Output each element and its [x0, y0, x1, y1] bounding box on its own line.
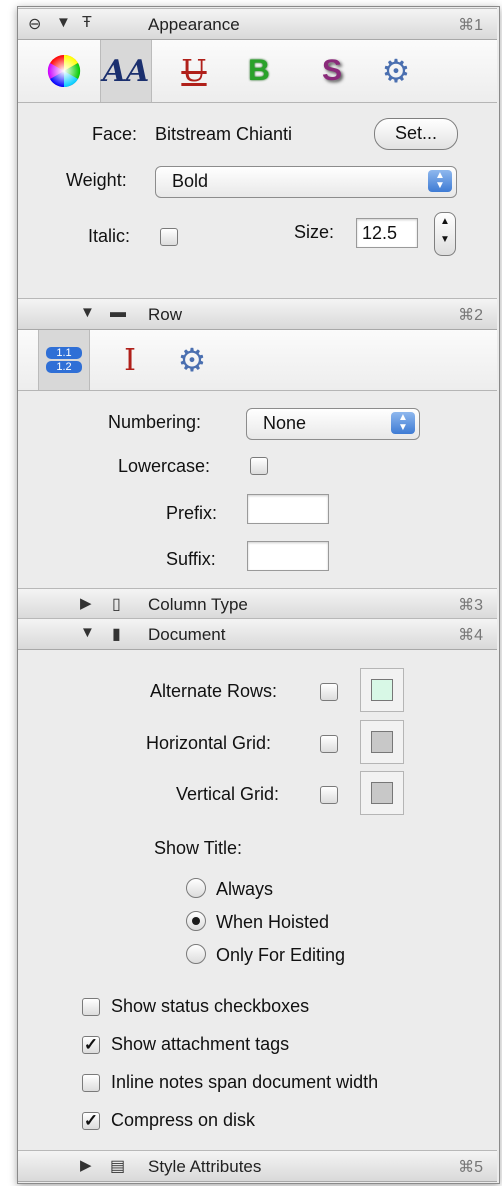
show-title-label: Show Title:	[154, 838, 243, 858]
numbering-value: None	[263, 413, 307, 433]
style-attributes-shortcut: ⌘5	[458, 1159, 483, 1176]
inline-notes-label: Inline notes span document width	[111, 1072, 379, 1092]
inspector-window: ⊖ ▼ Ŧ Appearance ⌘1 AA U B S ⚙ Face: Bit…	[0, 0, 502, 1186]
italic-checkbox[interactable]	[160, 228, 178, 246]
horizontal-grid-color-well[interactable]	[360, 720, 404, 764]
document-title: Document	[148, 625, 226, 644]
size-label: Size:	[294, 222, 335, 242]
document-icon: ▮	[112, 626, 121, 643]
underline-strike-button[interactable]: U	[168, 40, 220, 102]
numbering-popup[interactable]: None ▲ ▼	[246, 408, 420, 440]
size-value: 12.5	[362, 223, 398, 243]
vertical-grid-checkbox[interactable]	[320, 786, 338, 804]
column-type-shortcut: ⌘3	[458, 597, 483, 614]
prefix-label: Prefix:	[166, 503, 218, 523]
appearance-title: Appearance	[148, 15, 240, 34]
horizontal-grid-label: Horizontal Grid:	[146, 733, 272, 753]
radio-always-label: Always	[216, 879, 274, 899]
show-attachment-tags-checkbox[interactable]: ✓	[82, 1036, 100, 1054]
disclosure-closed-icon[interactable]: ▶	[80, 594, 92, 612]
document-shortcut: ⌘4	[458, 627, 483, 644]
radio-when-hoisted[interactable]	[186, 911, 206, 931]
popup-arrows-icon: ▲ ▼	[428, 170, 452, 192]
document-header[interactable]: ▼ ▮ Document ⌘4	[18, 618, 497, 650]
suffix-field[interactable]	[247, 541, 329, 571]
lowercase-label: Lowercase:	[118, 456, 211, 476]
style-attributes-icon: ▤	[110, 1158, 126, 1175]
window-close-icon[interactable]: ⊖	[28, 14, 41, 34]
alternate-rows-color-well[interactable]	[360, 668, 404, 712]
italic-label: Italic:	[88, 226, 131, 246]
show-status-checkboxes-checkbox[interactable]	[82, 998, 100, 1016]
popup-arrows-icon: ▲ ▼	[391, 412, 415, 434]
radio-only-for-editing-label: Only For Editing	[216, 945, 346, 965]
font-icon: AA	[102, 53, 150, 89]
radio-only-for-editing[interactable]	[186, 944, 206, 964]
row-title: Row	[148, 305, 183, 324]
numbering-icon-label-2: 1.2	[46, 361, 82, 373]
row-shortcut: ⌘2	[458, 307, 483, 324]
numbering-button[interactable]: 1.1 1.2	[38, 330, 90, 390]
alternate-rows-swatch	[371, 679, 393, 701]
underline-strike-icon: U	[181, 53, 207, 89]
style-attributes-header[interactable]: ▶ ▤ Style Attributes ⌘5	[18, 1150, 497, 1182]
horizontal-grid-swatch	[371, 731, 393, 753]
text-style-icon: Ŧ	[82, 14, 92, 31]
weight-popup[interactable]: Bold ▲ ▼	[155, 166, 457, 198]
row-spacing-button[interactable]: I	[104, 330, 156, 390]
size-stepper[interactable]: ▲ ▼	[434, 212, 456, 256]
inline-notes-checkbox[interactable]	[82, 1074, 100, 1092]
numbering-icon-label-1: 1.1	[46, 347, 82, 359]
show-status-checkboxes-label: Show status checkboxes	[111, 996, 310, 1016]
numbering-icon: 1.1 1.2	[46, 347, 82, 373]
vertical-grid-color-well[interactable]	[360, 771, 404, 815]
gear-icon: ⚙	[177, 342, 207, 378]
column-type-title: Column Type	[148, 595, 248, 614]
set-font-button[interactable]: Set...	[374, 118, 458, 150]
disclosure-open-icon[interactable]: ▼	[80, 624, 95, 641]
disclosure-open-icon[interactable]: ▼	[56, 14, 71, 31]
font-button[interactable]: AA	[100, 40, 152, 102]
style-attributes-title: Style Attributes	[148, 1157, 262, 1176]
weight-value: Bold	[172, 171, 209, 191]
show-attachment-tags-label: Show attachment tags	[111, 1034, 290, 1054]
color-wheel-button[interactable]	[38, 40, 90, 102]
row-settings-button[interactable]: ⚙	[166, 330, 218, 390]
row-icon: ▬	[110, 304, 126, 321]
compress-on-disk-label: Compress on disk	[111, 1110, 256, 1130]
face-value: Bitstream Chianti	[155, 124, 293, 144]
size-field[interactable]: 12.5	[356, 218, 418, 248]
prefix-field[interactable]	[247, 494, 329, 524]
alternate-rows-label: Alternate Rows:	[150, 681, 278, 701]
suffix-label: Suffix:	[166, 549, 216, 569]
vertical-grid-label: Vertical Grid:	[176, 784, 280, 804]
alternate-rows-checkbox[interactable]	[320, 683, 338, 701]
shadow-icon: S	[321, 54, 342, 87]
row-header[interactable]: ▼ ▬ Row ⌘2	[18, 298, 497, 330]
color-wheel-icon	[47, 54, 81, 88]
appearance-toolbar: AA U B S ⚙	[18, 40, 497, 103]
numbering-label: Numbering:	[108, 412, 202, 432]
compress-on-disk-checkbox[interactable]: ✓	[82, 1112, 100, 1130]
radio-when-hoisted-label: When Hoisted	[216, 912, 330, 932]
column-icon: ▯	[112, 596, 121, 613]
horizontal-grid-checkbox[interactable]	[320, 735, 338, 753]
face-label: Face:	[92, 124, 138, 144]
appearance-shortcut: ⌘1	[458, 17, 483, 34]
column-type-header[interactable]: ▶ ▯ Column Type ⌘3	[18, 588, 497, 620]
weight-label: Weight:	[66, 170, 127, 190]
row-toolbar: 1.1 1.2 I ⚙	[18, 330, 497, 391]
shadow-button[interactable]: S	[306, 40, 358, 102]
row-spacing-icon: I	[124, 342, 136, 378]
advanced-settings-button[interactable]: ⚙	[370, 40, 422, 102]
radio-always[interactable]	[186, 878, 206, 898]
outline-icon: B	[248, 54, 270, 87]
appearance-header[interactable]: ⊖ ▼ Ŧ Appearance ⌘1	[18, 8, 497, 40]
disclosure-open-icon[interactable]: ▼	[80, 304, 95, 321]
lowercase-checkbox[interactable]	[250, 457, 268, 475]
outline-button[interactable]: B	[233, 40, 285, 102]
disclosure-closed-icon[interactable]: ▶	[80, 1156, 92, 1174]
gear-icon: ⚙	[381, 53, 411, 89]
vertical-grid-swatch	[371, 782, 393, 804]
